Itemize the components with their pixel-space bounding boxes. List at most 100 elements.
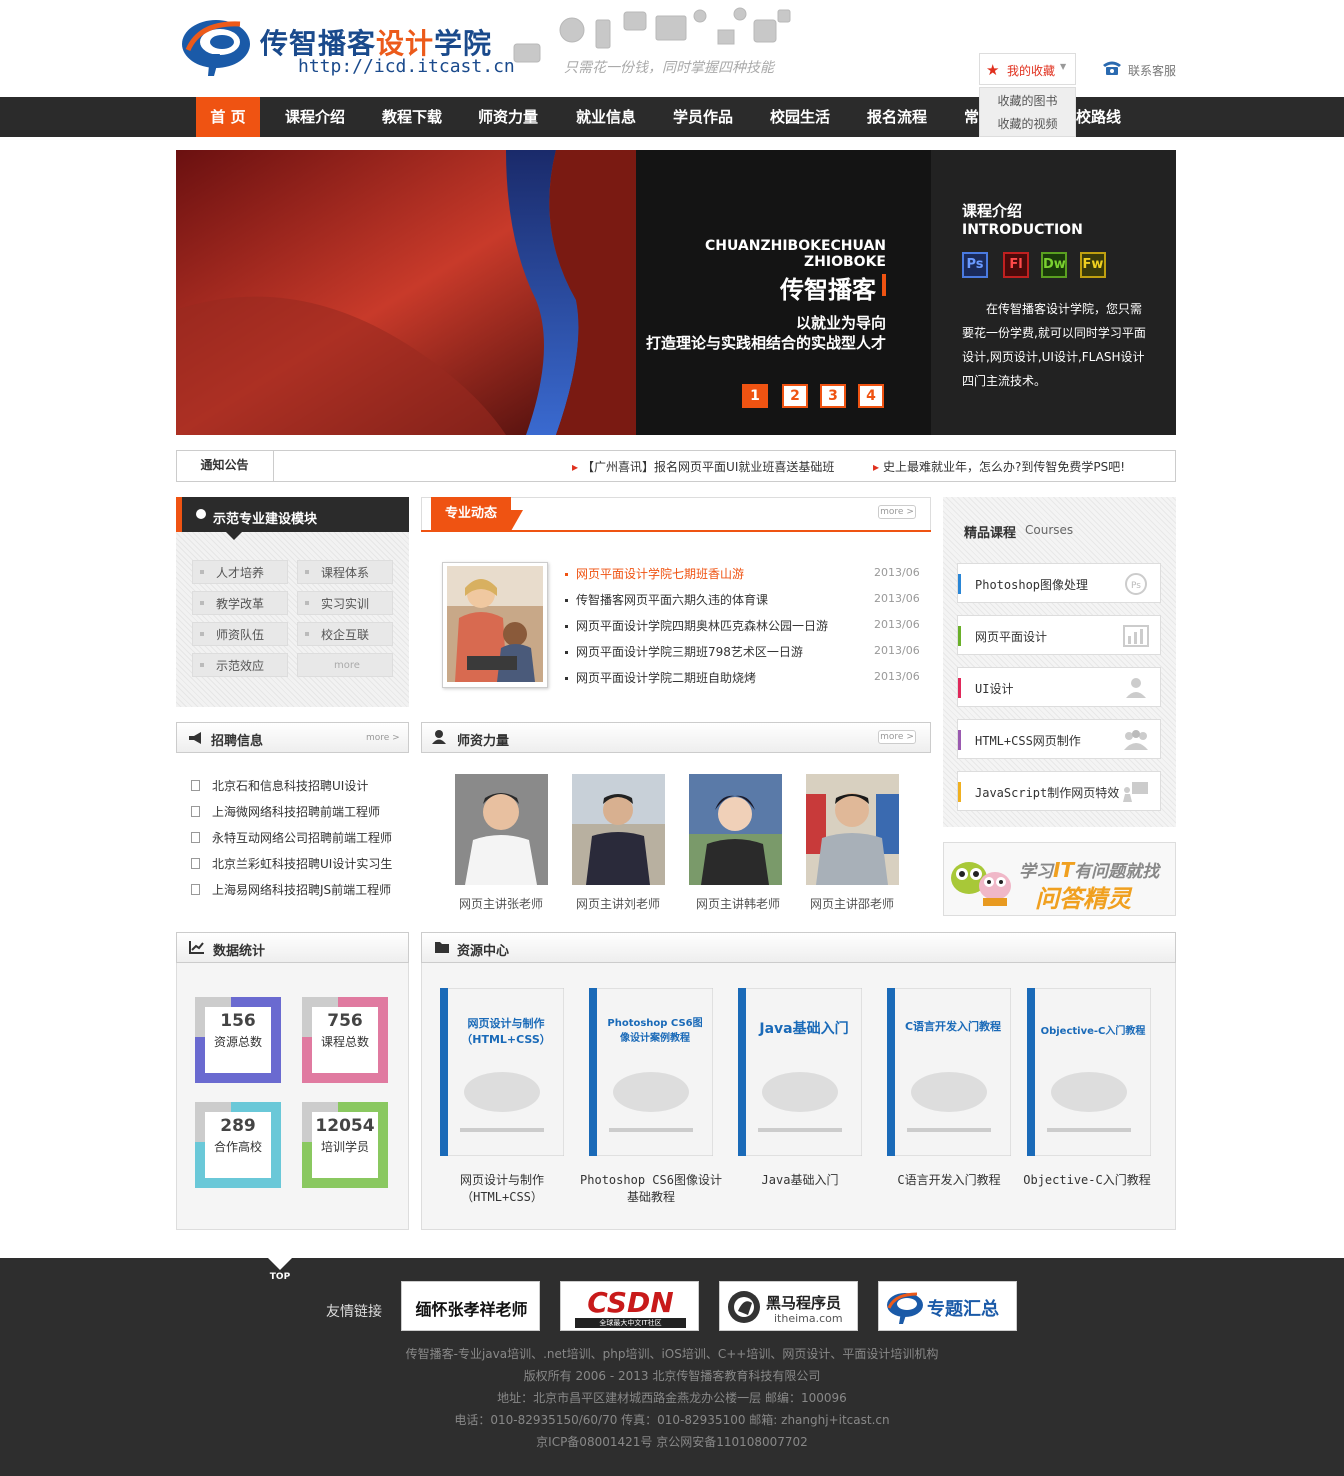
tab-news-corner [511,510,523,531]
banner-page-2[interactable]: 2 [782,384,808,408]
news-more-button[interactable]: more > [878,505,916,519]
course-item-web-design[interactable]: 网页平面设计 [957,615,1161,655]
recruit-item[interactable]: 北京石和信息科技招聘UI设计 [212,777,368,794]
nav-item-home[interactable]: 首 页 [196,97,260,137]
stat-label: 合作高校 [213,1140,262,1154]
back-to-top-arrow[interactable] [268,1258,292,1270]
nav-item-works[interactable]: 学员作品 [673,97,733,137]
teachers-title: 师资力量 [457,734,510,749]
book-title[interactable]: Objective-C入门教程 [1012,1172,1162,1189]
friend-link-csdn[interactable]: CSDN 全球最大中文IT社区 [560,1281,699,1331]
notice-item[interactable]: 史上最难就业年，怎么办?到传智免费学PS吧! [873,458,1125,475]
module-btn-curriculum[interactable]: 课程体系 [297,560,393,584]
news-item[interactable]: 传智播客网页平面六期久违的体育课 [565,591,768,608]
menu-item-fav-videos[interactable]: 收藏的视频 [980,115,1075,132]
nav-item-downloads[interactable]: 教程下载 [382,97,442,137]
nav-item-faq[interactable]: 常 [964,97,979,137]
teacher-photo[interactable] [689,774,782,885]
friend-link-memorial[interactable]: 缅怀张孝祥老师 [401,1281,540,1331]
hero-banner[interactable]: CHUANZHIBOKECHUAN ZHIOBOKE 传智播客 以就业为导向 打造… [176,150,931,435]
module-btn-demo[interactable]: 示范效应 [192,653,288,677]
tab-news[interactable]: 专业动态 [431,497,511,531]
svg-text:Ps: Ps [1131,581,1141,591]
banner-page-4[interactable]: 4 [858,384,884,408]
book-cover-art [1027,988,1151,1156]
course-item-photoshop[interactable]: Photoshop图像处理 Ps [957,563,1161,603]
recruit-item[interactable]: 北京兰彩虹科技招聘UI设计实习生 [212,855,392,872]
course-item-ui[interactable]: UI设计 [957,667,1161,707]
course-item-html-css[interactable]: HTML+CSS网页制作 [957,719,1161,759]
book-cover[interactable]: Photoshop CS6图像设计案例教程 [589,988,713,1156]
menu-item-fav-books[interactable]: 收藏的图书 [980,92,1075,109]
fireworks-icon: Fw [1080,252,1106,278]
contact-service-link[interactable]: 联系客服 [1128,62,1176,79]
book-cover[interactable]: Objective-C入门教程 [1027,988,1151,1156]
document-icon [191,884,200,895]
book-title[interactable]: C语言开发入门教程 [874,1172,1024,1189]
course-item-javascript[interactable]: JavaScript制作网页特效 [957,771,1161,811]
module-btn-practice[interactable]: 实习实训 [297,591,393,615]
nav-item-teachers[interactable]: 师资力量 [478,97,538,137]
line-chart-icon [189,941,204,954]
stat-number: 289 [220,1116,256,1136]
teacher-photo[interactable] [806,774,899,885]
book-cover[interactable]: 网页设计与制作（HTML+CSS） [440,988,564,1156]
module-btn-reform[interactable]: 教学改革 [192,591,288,615]
document-icon [191,806,200,817]
teacher-name[interactable]: 网页主讲刘老师 [563,895,673,912]
nav-item-jobs[interactable]: 就业信息 [576,97,636,137]
module-btn-talent[interactable]: 人才培养 [192,560,288,584]
itcast-logo-icon[interactable] [180,14,252,78]
teacher-photo[interactable] [455,774,548,885]
nav-item-courses[interactable]: 课程介绍 [285,97,345,137]
phone-icon [1103,61,1121,75]
news-date: 2013/06 [874,566,920,579]
news-photo[interactable] [447,566,543,682]
nav-item-route[interactable]: 校路线 [1076,97,1121,137]
module-btn-partnership[interactable]: 校企互联 [297,622,393,646]
banner-page-1[interactable]: 1 [742,384,768,408]
nav-item-enroll[interactable]: 报名流程 [867,97,927,137]
recruit-more-link[interactable]: more > [366,733,400,743]
csdn-logo: CSDN [587,1286,674,1319]
teacher-photo[interactable] [572,774,665,885]
recruit-item[interactable]: 永特互动网络公司招聘前端工程师 [212,829,392,846]
friend-link-topics[interactable]: 专题汇总 [878,1281,1017,1331]
folder-icon [435,942,449,953]
footer-line: 地址：北京市昌平区建材城西路金燕龙办公楼一层 邮编：100096 [497,1391,847,1405]
book-cover[interactable]: C语言开发入门教程 [887,988,1011,1156]
teachers-more-button[interactable]: more > [878,730,916,744]
qa-line-2: 问答精灵 [1035,885,1131,913]
news-item[interactable]: 网页平面设计学院二期班自助烧烤 [565,669,756,686]
footer-line: 电话：010-82935150/60/70 传真：010-82935100 邮箱… [454,1413,890,1427]
news-item[interactable]: 网页平面设计学院三期班798艺术区一日游 [565,643,803,660]
banner-page-3[interactable]: 3 [820,384,846,408]
module-header-accent [176,497,182,532]
book-title[interactable]: 网页设计与制作（HTML+CSS） [427,1172,577,1206]
book-cover[interactable]: Java基础入门 [738,988,862,1156]
bullet-icon [196,509,206,519]
book-cover-art [589,988,713,1156]
favorites-label[interactable]: 我的收藏 [1007,62,1055,79]
news-item[interactable]: 网页平面设计学院七期班香山游 [565,565,744,582]
favorites-menu: 收藏的图书 收藏的视频 [979,87,1076,137]
teacher-name[interactable]: 网页主讲张老师 [446,895,556,912]
news-item[interactable]: 网页平面设计学院四期奥林匹克森林公园一日游 [565,617,828,634]
book-title[interactable]: Photoshop CS6图像设计基础教程 [576,1172,726,1206]
heima-name: 黑马程序员 [766,1294,842,1312]
recruit-item[interactable]: 上海微网络科技招聘前端工程师 [212,803,380,820]
module-more-button[interactable]: more [297,653,393,677]
notice-item[interactable]: 【广州喜讯】报名网页平面UI就业班喜送基础班 [572,458,834,475]
intro-subtitle: INTRODUCTION [962,222,1083,238]
recruit-item[interactable]: 上海易网络科技招聘JS前端工程师 [212,881,391,898]
friend-link-heima[interactable]: 黑马程序员 itheima.com [719,1281,858,1331]
module-btn-faculty[interactable]: 师资队伍 [192,622,288,646]
back-to-top-label[interactable]: TOP [268,1272,292,1282]
book-cover-title: Photoshop CS6图像设计案例教程 [607,1018,703,1044]
book-title[interactable]: Java基础入门 [725,1172,875,1189]
topics-label: 专题汇总 [927,1299,999,1320]
teacher-name[interactable]: 网页主讲韩老师 [683,895,793,912]
notice-title: 通知公告 [176,450,274,482]
teacher-name[interactable]: 网页主讲邵老师 [797,895,907,912]
nav-item-campus[interactable]: 校园生活 [770,97,830,137]
